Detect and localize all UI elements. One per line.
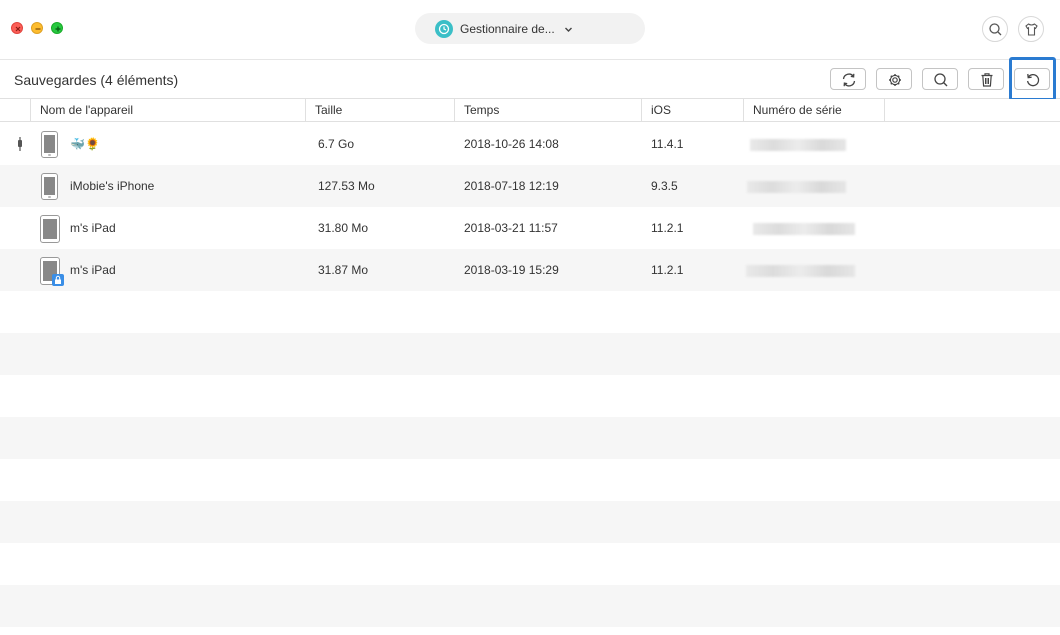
title-bar: Gestionnaire de... — [0, 0, 1060, 60]
table-row[interactable]: m's iPad 31.87 Mo 2018-03-19 15:29 11.2.… — [0, 249, 1060, 291]
empty-row — [0, 543, 1060, 585]
column-header-empty — [884, 99, 1060, 121]
delete-button[interactable] — [968, 68, 1004, 90]
backup-time: 2018-07-18 12:19 — [464, 179, 559, 193]
iphone-icon — [41, 173, 58, 200]
backup-size: 6.7 Go — [318, 137, 355, 151]
minimize-icon[interactable] — [31, 22, 43, 34]
empty-row — [0, 375, 1060, 417]
column-header-serial[interactable]: Numéro de série — [743, 99, 885, 121]
device-name: iMobie's iPhone — [70, 179, 155, 193]
empty-row — [0, 627, 1060, 635]
iphone-icon — [41, 131, 58, 158]
serial-number-blurred — [750, 139, 846, 151]
device-selector-label: Gestionnaire de... — [460, 22, 555, 36]
backups-header: Sauvegardes (4 éléments) — [0, 61, 1060, 99]
empty-row — [0, 417, 1060, 459]
close-icon[interactable] — [11, 22, 23, 34]
skin-button[interactable] — [1018, 16, 1044, 42]
maximize-icon[interactable] — [51, 22, 63, 34]
search-button[interactable] — [922, 68, 958, 90]
settings-button[interactable] — [876, 68, 912, 90]
backup-size: 31.87 Mo — [318, 263, 369, 277]
chevron-down-icon — [564, 23, 573, 37]
device-name: 🐳🌻 — [70, 137, 100, 151]
empty-row — [0, 333, 1060, 375]
backup-size: 127.53 Mo — [318, 179, 375, 193]
device-selector[interactable]: Gestionnaire de... — [415, 13, 645, 44]
empty-row — [0, 459, 1060, 501]
table-row[interactable]: m's iPad 31.80 Mo 2018-03-21 11:57 11.2.… — [0, 207, 1060, 249]
table-header: Nom de l'appareil Taille Temps iOS Numér… — [0, 99, 1060, 122]
ipad-icon — [40, 257, 64, 286]
serial-number-blurred — [747, 181, 846, 193]
ios-version: 11.4.1 — [651, 137, 684, 151]
global-search-button[interactable] — [982, 16, 1008, 42]
table-row[interactable]: iMobie's iPhone 127.53 Mo 2018-07-18 12:… — [0, 165, 1060, 207]
tshirt-icon — [1025, 23, 1038, 36]
empty-row — [0, 585, 1060, 627]
column-header-ios[interactable]: iOS — [641, 99, 744, 121]
lock-icon — [52, 274, 64, 286]
usb-connected-icon — [17, 137, 23, 154]
trash-icon — [981, 73, 993, 87]
restore-button-highlight — [1009, 57, 1056, 101]
ios-version: 11.2.1 — [651, 221, 684, 235]
ios-version: 11.2.1 — [651, 263, 684, 277]
table-row[interactable]: 🐳🌻 6.7 Go 2018-10-26 14:08 11.4.1 — [0, 123, 1060, 165]
backup-size: 31.80 Mo — [318, 221, 369, 235]
ios-version: 9.3.5 — [651, 179, 678, 193]
backup-time: 2018-03-19 15:29 — [464, 263, 559, 277]
serial-number-blurred — [753, 223, 855, 235]
empty-row — [0, 501, 1060, 543]
backup-time: 2018-10-26 14:08 — [464, 137, 559, 151]
backup-manager-icon — [435, 20, 453, 38]
serial-number-blurred — [746, 265, 855, 277]
refresh-icon — [842, 73, 856, 87]
device-name: m's iPad — [70, 221, 116, 235]
column-header-time[interactable]: Temps — [454, 99, 642, 121]
ipad-icon — [40, 215, 60, 243]
settings-icon — [889, 74, 901, 86]
refresh-button[interactable] — [830, 68, 866, 90]
column-header-size[interactable]: Taille — [305, 99, 455, 121]
search-icon — [934, 73, 948, 87]
empty-row — [0, 291, 1060, 333]
search-icon — [989, 23, 1002, 36]
page-title: Sauvegardes (4 éléments) — [14, 72, 179, 88]
column-header-name[interactable]: Nom de l'appareil — [30, 99, 306, 121]
device-name: m's iPad — [70, 263, 116, 277]
backup-time: 2018-03-21 11:57 — [464, 221, 558, 235]
